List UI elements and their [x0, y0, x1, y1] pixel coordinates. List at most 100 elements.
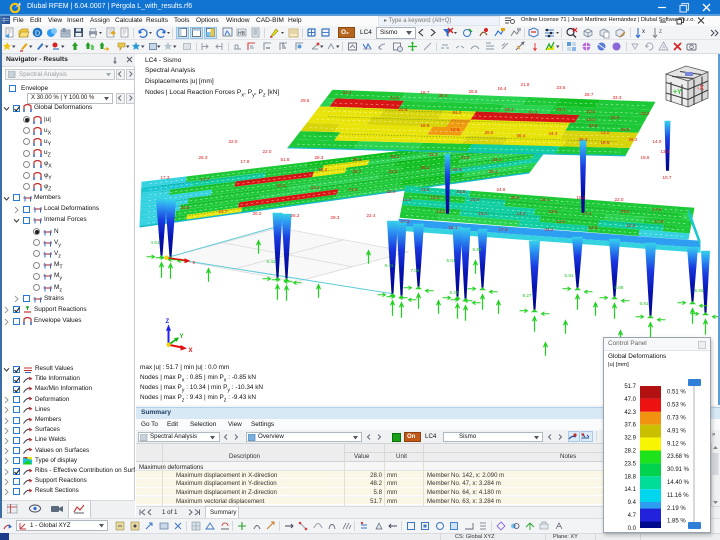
svg-text:4.61: 4.61 — [150, 239, 159, 244]
svg-text:2.19 %: 2.19 % — [667, 506, 686, 512]
svg-text:0.73 %: 0.73 % — [667, 416, 686, 422]
svg-text:23.2: 23.2 — [428, 151, 437, 156]
svg-text:31.2: 31.2 — [342, 89, 351, 94]
svg-text:24.2: 24.2 — [544, 226, 553, 231]
svg-text:32.1: 32.1 — [556, 106, 565, 111]
svg-text:23.1: 23.1 — [238, 180, 247, 185]
svg-text:13.6: 13.6 — [548, 208, 557, 213]
svg-text:28.5: 28.5 — [468, 88, 477, 93]
svg-text:18.7: 18.7 — [420, 89, 429, 94]
svg-text:7.06: 7.06 — [410, 267, 419, 272]
svg-text:18.9: 18.9 — [420, 122, 429, 127]
svg-text:17.8: 17.8 — [240, 158, 249, 163]
svg-text:13.0: 13.0 — [660, 148, 669, 153]
svg-text:26.2: 26.2 — [290, 212, 299, 217]
svg-text:24.6: 24.6 — [496, 186, 505, 191]
svg-text:21.8: 21.8 — [520, 81, 529, 86]
svg-text:51.7: 51.7 — [624, 384, 636, 390]
svg-text:21.8: 21.8 — [348, 186, 357, 191]
svg-text:22.2: 22.2 — [390, 153, 399, 158]
svg-text:16.0: 16.0 — [586, 116, 595, 121]
svg-text:35.4: 35.4 — [438, 92, 447, 97]
svg-text:29.2: 29.2 — [420, 164, 429, 169]
svg-text:25.1: 25.1 — [352, 156, 361, 161]
svg-text:23.5: 23.5 — [624, 461, 636, 467]
svg-text:19.6: 19.6 — [600, 139, 609, 144]
svg-text:0.51 %: 0.51 % — [667, 390, 686, 396]
svg-text:22.3: 22.3 — [452, 166, 461, 171]
svg-text:16.1: 16.1 — [448, 224, 457, 229]
svg-text:14.0: 14.0 — [516, 210, 525, 215]
svg-text:11.5: 11.5 — [556, 218, 565, 223]
svg-text:22.4: 22.4 — [310, 184, 319, 189]
svg-text:32.5: 32.5 — [588, 122, 597, 127]
svg-text:21.0: 21.0 — [470, 196, 479, 201]
svg-text:29.3: 29.3 — [504, 106, 513, 111]
svg-text:22.5: 22.5 — [180, 204, 189, 209]
svg-text:5.91: 5.91 — [564, 272, 573, 277]
svg-text:25.7: 25.7 — [352, 168, 361, 173]
svg-text:26.6: 26.6 — [484, 129, 493, 134]
svg-text:19.6: 19.6 — [640, 154, 649, 159]
svg-text:11.16 %: 11.16 % — [667, 493, 689, 499]
svg-text:37.6: 37.6 — [624, 423, 636, 429]
svg-text:22.1: 22.1 — [488, 168, 497, 173]
svg-text:22.0: 22.0 — [262, 148, 271, 153]
svg-text:4.91 %: 4.91 % — [667, 428, 686, 434]
svg-text:41.5: 41.5 — [420, 186, 429, 191]
svg-text:16.1: 16.1 — [540, 196, 549, 201]
svg-text:10.7: 10.7 — [662, 174, 671, 179]
svg-text:22.0: 22.0 — [228, 138, 237, 143]
svg-text:22.1: 22.1 — [492, 156, 501, 161]
svg-text:5.91: 5.91 — [639, 300, 648, 305]
svg-text:9.41: 9.41 — [384, 262, 393, 267]
svg-text:X: X — [188, 347, 192, 353]
svg-text:32.9: 32.9 — [624, 436, 636, 442]
svg-text:17.7: 17.7 — [200, 176, 209, 181]
svg-text:5.92: 5.92 — [694, 287, 703, 292]
svg-text:41.5: 41.5 — [456, 188, 465, 193]
svg-text:Z: Z — [165, 318, 169, 324]
svg-text:28.3: 28.3 — [314, 154, 323, 159]
svg-text:z: z — [659, 29, 662, 35]
svg-text:23.2: 23.2 — [640, 110, 649, 115]
svg-text:17.9: 17.9 — [654, 218, 663, 223]
svg-text:29.5: 29.5 — [300, 97, 309, 102]
svg-text:55.2: 55.2 — [318, 166, 327, 171]
svg-text:51.3: 51.3 — [528, 109, 537, 114]
svg-text:5.08: 5.08 — [614, 284, 623, 289]
svg-text:HB: HB — [238, 31, 246, 37]
svg-text:51.8: 51.8 — [280, 156, 289, 161]
svg-text:14.1: 14.1 — [624, 487, 636, 493]
svg-text:-X: -X — [697, 85, 704, 92]
svg-text:21.9: 21.9 — [398, 106, 407, 111]
svg-text:22.6: 22.6 — [610, 114, 619, 119]
svg-text:0.53 %: 0.53 % — [667, 403, 686, 409]
svg-text:22.0: 22.0 — [614, 196, 623, 201]
svg-text:14.40 %: 14.40 % — [667, 480, 690, 486]
svg-text:22.4: 22.4 — [366, 212, 375, 217]
svg-text:28.2: 28.2 — [628, 136, 637, 141]
svg-text:33.3: 33.3 — [612, 94, 621, 99]
svg-text:x: x — [642, 29, 645, 35]
svg-text:30.91 %: 30.91 % — [667, 467, 690, 473]
svg-text:26.3: 26.3 — [198, 154, 207, 159]
svg-text:11.0: 11.0 — [430, 194, 439, 199]
svg-text:46.4: 46.4 — [516, 132, 525, 137]
svg-text:23.4: 23.4 — [586, 108, 595, 113]
svg-text:20.2: 20.2 — [252, 210, 261, 215]
svg-text:8.27: 8.27 — [522, 292, 531, 297]
svg-text:5.98: 5.98 — [472, 246, 481, 251]
svg-text:+Y: +Y — [673, 89, 682, 96]
svg-text:14.2: 14.2 — [436, 208, 445, 213]
svg-text:18.8: 18.8 — [624, 474, 636, 480]
svg-text:9.12 %: 9.12 % — [667, 441, 686, 447]
svg-text:D: D — [35, 31, 40, 38]
svg-text:Y: Y — [179, 333, 183, 339]
svg-text:23.5: 23.5 — [556, 84, 565, 89]
svg-text:14.0: 14.0 — [588, 224, 597, 229]
svg-text:42.3: 42.3 — [624, 410, 636, 416]
svg-text:16.1: 16.1 — [478, 210, 487, 215]
svg-text:13.0: 13.0 — [600, 129, 609, 134]
svg-text:6.42: 6.42 — [266, 258, 275, 263]
